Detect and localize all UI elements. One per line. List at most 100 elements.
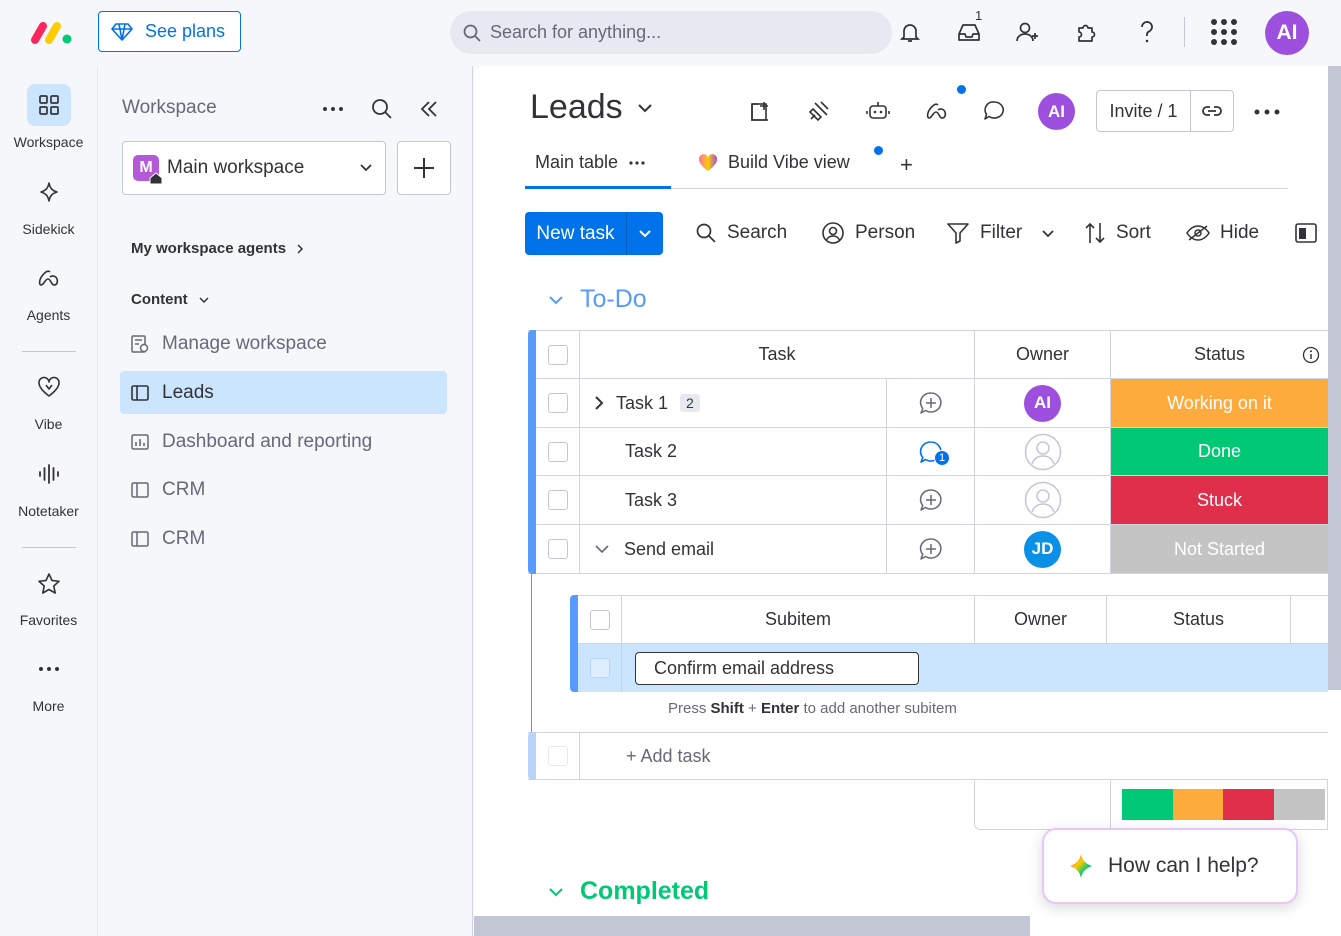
nav-item-crm-2[interactable]: CRM — [120, 517, 447, 560]
workspace-selector[interactable]: M Main workspace — [122, 141, 386, 195]
tab-options-icon[interactable] — [628, 160, 646, 166]
tab-build-vibe-view[interactable]: Build Vibe view — [698, 152, 850, 173]
task-name-cell[interactable]: Task 2 — [580, 428, 887, 475]
column-header-subitem-status[interactable]: Status — [1107, 596, 1291, 643]
ai-assistant-prompt[interactable]: How can I help? — [1042, 828, 1298, 904]
apps-grid-icon[interactable] — [1209, 17, 1239, 47]
status-cell[interactable]: Stuck — [1111, 476, 1328, 524]
rail-item-favorites[interactable]: Favorites — [0, 562, 97, 628]
add-widget-icon[interactable] — [746, 96, 776, 126]
updates-cell[interactable] — [887, 379, 975, 427]
group-header-completed[interactable]: Completed — [548, 877, 709, 906]
row-checkbox[interactable] — [547, 539, 568, 559]
select-all-checkbox[interactable] — [547, 344, 568, 365]
task-name-cell[interactable]: Task 1 2 — [580, 379, 887, 427]
column-header-subitem[interactable]: Subitem — [622, 596, 975, 643]
user-avatar[interactable]: AI — [1265, 11, 1309, 55]
copy-link-button[interactable] — [1191, 91, 1233, 131]
row-checkbox[interactable] — [547, 490, 568, 510]
rail-item-agents[interactable]: Agents — [0, 257, 97, 323]
horizontal-scrollbar[interactable] — [474, 916, 1030, 936]
column-header-task[interactable]: Task — [580, 331, 975, 378]
chevron-right-icon[interactable] — [594, 395, 604, 411]
new-task-button[interactable]: New task — [525, 212, 627, 255]
help-question-icon[interactable] — [1132, 17, 1162, 47]
column-header-subitem-owner[interactable]: Owner — [975, 596, 1107, 643]
table-row[interactable]: Task 1 2 AI Working on it — [528, 379, 1328, 428]
rail-item-notetaker[interactable]: Notetaker — [0, 453, 97, 519]
row-checkbox[interactable] — [547, 393, 568, 413]
task-name-cell[interactable]: Task 3 — [580, 476, 887, 524]
invite-members-icon[interactable] — [1013, 17, 1043, 47]
add-view-button[interactable]: + — [900, 152, 913, 178]
tab-main-table[interactable]: Main table — [535, 152, 646, 173]
nav-item-dashboard[interactable]: Dashboard and reporting — [120, 420, 447, 463]
board-more-options-icon[interactable] — [1254, 109, 1280, 115]
table-row[interactable]: Send email JD Not Started — [528, 525, 1328, 574]
updates-comment-icon[interactable] — [979, 96, 1009, 126]
nav-item-manage-workspace[interactable]: Manage workspace — [120, 322, 447, 365]
workspace-agents-link[interactable]: My workspace agents — [131, 240, 304, 257]
board-member-avatar[interactable]: AI — [1038, 93, 1075, 130]
status-cell[interactable]: Not Started — [1111, 525, 1328, 573]
nav-item-leads[interactable]: Leads — [120, 371, 447, 414]
sort-button[interactable]: Sort — [1084, 218, 1151, 248]
inbox-icon[interactable]: 1 — [954, 8, 984, 47]
updates-cell[interactable] — [887, 525, 975, 573]
updates-cell[interactable] — [887, 476, 975, 524]
subitem-name-input[interactable] — [635, 651, 919, 685]
board-title[interactable]: Leads — [530, 88, 653, 127]
workspace-options-icon[interactable] — [321, 98, 345, 120]
filter-button[interactable]: Filter — [946, 218, 1022, 248]
table-row[interactable]: Task 2 1 Done — [528, 428, 1328, 476]
column-header-status[interactable]: Status — [1111, 331, 1328, 378]
global-search-input[interactable]: Search for anything... — [450, 11, 892, 54]
add-item-button[interactable] — [397, 141, 451, 195]
workspace-heading: Workspace — [122, 97, 217, 118]
agents-icon[interactable] — [922, 96, 952, 126]
subitems-select-all-checkbox[interactable] — [589, 609, 610, 630]
vertical-scrollbar[interactable] — [1328, 66, 1341, 690]
hide-columns-button[interactable]: Hide — [1186, 218, 1259, 248]
subitem-checkbox[interactable] — [589, 658, 610, 678]
rail-item-more[interactable]: More — [0, 648, 97, 714]
rail-item-workspace[interactable]: Workspace — [0, 84, 97, 150]
group-by-icon[interactable] — [1294, 222, 1318, 244]
add-task-input[interactable]: + Add task — [580, 733, 1328, 779]
board-icon — [130, 530, 150, 548]
content-section-toggle[interactable]: Content — [131, 291, 210, 308]
person-filter-button[interactable]: Person — [821, 218, 915, 248]
see-plans-button[interactable]: See plans — [98, 11, 241, 52]
integrate-plug-icon[interactable] — [804, 96, 834, 126]
table-row[interactable]: Task 3 Stuck — [528, 476, 1328, 525]
row-checkbox[interactable] — [547, 441, 568, 462]
collapse-panel-icon[interactable] — [418, 98, 440, 120]
task-name-cell[interactable]: Send email — [580, 525, 887, 573]
subitem-new-row[interactable] — [578, 644, 1328, 692]
new-task-dropdown[interactable] — [627, 212, 663, 255]
automate-robot-icon[interactable] — [863, 96, 893, 126]
updates-cell[interactable]: 1 — [887, 428, 975, 475]
workspace-search-icon[interactable] — [370, 97, 394, 121]
notifications-bell-icon[interactable] — [895, 17, 925, 47]
filter-dropdown-chevron-icon[interactable] — [1041, 229, 1055, 239]
owner-cell[interactable]: AI — [975, 379, 1111, 427]
board-search-button[interactable]: Search — [695, 218, 787, 248]
owner-cell[interactable] — [975, 428, 1111, 475]
owner-cell[interactable] — [975, 476, 1111, 524]
status-cell[interactable]: Working on it — [1111, 379, 1328, 427]
invite-button[interactable]: Invite / 1 — [1097, 91, 1191, 131]
integrations-puzzle-icon[interactable] — [1072, 17, 1102, 47]
status-summary-bar[interactable] — [1122, 789, 1325, 820]
rail-item-sidekick[interactable]: Sidekick — [0, 171, 97, 237]
rail-item-vibe[interactable]: Vibe — [0, 366, 97, 432]
status-cell[interactable]: Done — [1111, 428, 1328, 475]
group-header-todo[interactable]: To-Do — [548, 285, 647, 314]
owner-cell[interactable]: JD — [975, 525, 1111, 573]
column-header-owner[interactable]: Owner — [975, 331, 1111, 378]
info-icon[interactable] — [1302, 346, 1320, 364]
nav-item-crm[interactable]: CRM — [120, 468, 447, 511]
chevron-down-icon[interactable] — [594, 544, 610, 554]
monday-logo[interactable] — [30, 20, 74, 46]
subitem-count-badge[interactable]: 2 — [680, 394, 700, 412]
